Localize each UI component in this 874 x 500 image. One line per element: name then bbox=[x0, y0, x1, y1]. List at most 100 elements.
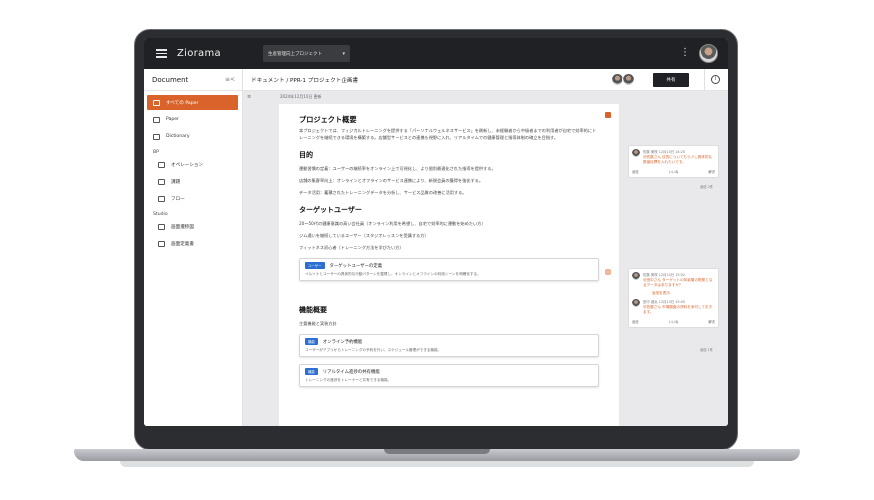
sidebar-item-paper[interactable]: Paper bbox=[144, 112, 242, 127]
card-title: リアルタイム進捗の共有機能 bbox=[322, 369, 380, 375]
sidebar: Document ≡< すべての Paper Paper Dictionary … bbox=[144, 69, 243, 426]
sidebar-item-label: Dictionary bbox=[166, 134, 190, 139]
comment-text: @佐藤さん 市場調査の資料を添付しておきます。 bbox=[643, 305, 713, 314]
avatar bbox=[632, 299, 640, 307]
embedded-card[interactable]: 機能 オンライン予約機能 ユーザーがアプリからトレーニングの予約を行い、スケジュ… bbox=[299, 334, 599, 357]
paragraph: フィットネス初心者（トレーニング方法を学びたい方） bbox=[299, 245, 404, 250]
top-bar: Ziorama 生産管理向上プロジェクト ▾ ⋮ bbox=[144, 38, 728, 69]
laptop-shadow bbox=[120, 461, 754, 467]
card-tag: 機能 bbox=[305, 338, 318, 345]
project-select-label: 生産管理向上プロジェクト bbox=[267, 51, 322, 57]
sidebar-item-label: 課題 bbox=[171, 179, 181, 185]
sidebar-item-label: 画面定義書 bbox=[171, 241, 194, 247]
section-heading: 目的 bbox=[299, 151, 313, 159]
card-description: ユーザーがアプリからトレーニングの予約を行い、スケジュール管理ができる機能。 bbox=[305, 348, 442, 352]
info-icon[interactable]: i bbox=[711, 75, 720, 84]
section-heading: ターゲットユーザー bbox=[299, 206, 362, 214]
sidebar-title: Document bbox=[152, 75, 189, 84]
screen-def-icon bbox=[158, 240, 165, 247]
sidebar-item-issues[interactable]: 課題 bbox=[144, 174, 242, 189]
sidebar-item-label: すべての Paper bbox=[166, 100, 199, 106]
sidebar-section-studio: Studio bbox=[153, 212, 168, 217]
kebab-menu-icon[interactable]: ⋮ bbox=[680, 48, 690, 58]
laptop-notch bbox=[384, 449, 490, 454]
comment-thread[interactable]: 佐藤 美咲 12月10日 15:02 @田中さん ターゲットの年齢層の根拠となる… bbox=[628, 268, 719, 328]
comment-marker[interactable] bbox=[605, 112, 611, 118]
share-button[interactable]: 共有 bbox=[653, 73, 689, 87]
comment-thread[interactable]: 佐藤 美咲 12月10日 14:20 @佐藤さん 目的についてもう少し具体的な数… bbox=[628, 145, 719, 178]
like-button[interactable]: いいね bbox=[669, 169, 679, 174]
breadcrumb[interactable]: ドキュメント / PPR-1 プロジェクト企画書 bbox=[251, 76, 358, 84]
project-select[interactable]: 生産管理向上プロジェクト ▾ bbox=[262, 45, 350, 62]
reply-button[interactable]: 返信 bbox=[632, 169, 639, 174]
avatar bbox=[632, 272, 640, 280]
comment-time: 12月10日 15:02 bbox=[658, 273, 685, 277]
user-avatar[interactable] bbox=[699, 44, 718, 63]
paragraph: データ活用：蓄積されたトレーニングデータを分析し、サービス品質の改善に活用する。 bbox=[299, 190, 467, 195]
card-tag: ユーザー bbox=[305, 262, 325, 269]
outline-toggle-icon[interactable]: ≡ bbox=[247, 94, 251, 100]
comment-text: @佐藤さん 目的についてもう少し具体的な数値目標を入れたいです。 bbox=[643, 155, 713, 164]
avatar[interactable] bbox=[622, 73, 635, 86]
reply-count[interactable]: 返信 2件 bbox=[700, 184, 713, 189]
comment-text: @田中さん ターゲットの年齢層の根拠となるデータはありますか？ bbox=[643, 278, 713, 287]
comment-author: 佐藤 美咲 bbox=[643, 150, 658, 154]
sidebar-item-label: フロー bbox=[171, 196, 185, 202]
embedded-card[interactable]: ユーザー ターゲットユーザーの定義 ペルソナとユーザーの具体的な行動パターンを整… bbox=[299, 258, 599, 281]
sidebar-item-screen-definition[interactable]: 画面定義書 bbox=[144, 236, 242, 251]
comment-time: 12月10日 14:20 bbox=[658, 150, 685, 154]
sidebar-item-label: Paper bbox=[166, 117, 180, 122]
comment-marker[interactable] bbox=[605, 269, 611, 275]
paragraph: 主要機能と実装方針 bbox=[299, 321, 337, 326]
card-tag: 機能 bbox=[305, 368, 318, 375]
divider bbox=[704, 69, 705, 91]
document-icon bbox=[153, 99, 160, 106]
paragraph: 本プロジェクトでは、フィジカルトレーニングを提供する「パーソナルウェルネスサービ… bbox=[299, 128, 597, 140]
sidebar-header: Document ≡< bbox=[144, 69, 242, 91]
show-replies-link[interactable]: 返信を表示 bbox=[652, 291, 715, 296]
presence-avatars bbox=[611, 73, 635, 86]
app-screen: Ziorama 生産管理向上プロジェクト ▾ ⋮ Document ≡< すべて… bbox=[144, 38, 728, 426]
like-button[interactable]: いいね bbox=[669, 319, 679, 324]
paper-icon bbox=[153, 116, 160, 123]
sidebar-item-screen-flow[interactable]: 画面遷移図 bbox=[144, 219, 242, 234]
editor-canvas: ≡ 2024年12月10日 更新 プロジェクト概要 本プロジェクトでは、フィジカ… bbox=[243, 91, 728, 426]
avatar bbox=[632, 149, 640, 157]
comment-time: 12月10日 15:45 bbox=[658, 300, 685, 304]
sidebar-item-dictionary[interactable]: Dictionary bbox=[144, 129, 242, 144]
paragraph: 運動習慣の定着：ユーザーの継続率をオンライン上で可視化し、より個別最適化された指… bbox=[299, 166, 496, 171]
sidebar-item-label: 画面遷移図 bbox=[171, 224, 194, 230]
resolve-button[interactable]: 解決 bbox=[708, 319, 715, 324]
comment-author: 佐藤 美咲 bbox=[643, 273, 658, 277]
issue-icon bbox=[158, 178, 165, 185]
card-description: ペルソナとユーザーの具体的な行動パターンを整理し、オンラインとオフラインの利用シ… bbox=[305, 272, 481, 276]
menu-icon[interactable] bbox=[156, 49, 167, 58]
reply-button[interactable]: 返信 bbox=[632, 319, 639, 324]
flow-icon bbox=[158, 195, 165, 202]
dictionary-icon bbox=[153, 133, 160, 140]
sidebar-item-all-papers[interactable]: すべての Paper bbox=[147, 95, 238, 110]
paragraph: ジム通いを継続しているユーザー（スタジオレッスンを受講する方） bbox=[299, 233, 429, 238]
document-header: ドキュメント / PPR-1 プロジェクト企画書 共有 i bbox=[243, 69, 728, 91]
sidebar-item-flow[interactable]: フロー bbox=[144, 191, 242, 206]
card-title: オンライン予約機能 bbox=[322, 339, 363, 345]
laptop-mockup: Ziorama 生産管理向上プロジェクト ▾ ⋮ Document ≡< すべて… bbox=[0, 0, 874, 500]
document-body: プロジェクト概要 本プロジェクトでは、フィジカルトレーニングを提供する「パーソナ… bbox=[299, 115, 599, 387]
sidebar-section-bp: BP bbox=[153, 150, 159, 155]
document-page[interactable]: プロジェクト概要 本プロジェクトでは、フィジカルトレーニングを提供する「パーソナ… bbox=[279, 104, 619, 426]
resolve-button[interactable]: 解決 bbox=[708, 169, 715, 174]
comment-author: 田中 健太 bbox=[643, 300, 658, 304]
chevron-down-icon: ▾ bbox=[342, 50, 345, 57]
collapse-sidebar-icon[interactable]: ≡< bbox=[225, 76, 235, 83]
person-icon bbox=[158, 161, 165, 168]
embedded-card[interactable]: 機能 リアルタイム進捗の共有機能 トレーニングの進捗をトレーナーと共有できる機能… bbox=[299, 364, 599, 387]
screen-flow-icon bbox=[158, 223, 165, 230]
sidebar-item-operation[interactable]: オペレーション bbox=[144, 157, 242, 172]
section-heading: プロジェクト概要 bbox=[299, 115, 357, 124]
paragraph: 店舗の集客率向上：オンラインとオフラインのサービス連携により、新規会員の獲得を強… bbox=[299, 178, 484, 183]
reply-count[interactable]: 返信 1件 bbox=[700, 347, 713, 352]
card-description: トレーニングの進捗をトレーナーと共有できる機能。 bbox=[305, 378, 392, 382]
card-title: ターゲットユーザーの定義 bbox=[329, 263, 383, 269]
section-heading: 機能概要 bbox=[299, 306, 327, 314]
sidebar-item-label: オペレーション bbox=[171, 162, 204, 168]
